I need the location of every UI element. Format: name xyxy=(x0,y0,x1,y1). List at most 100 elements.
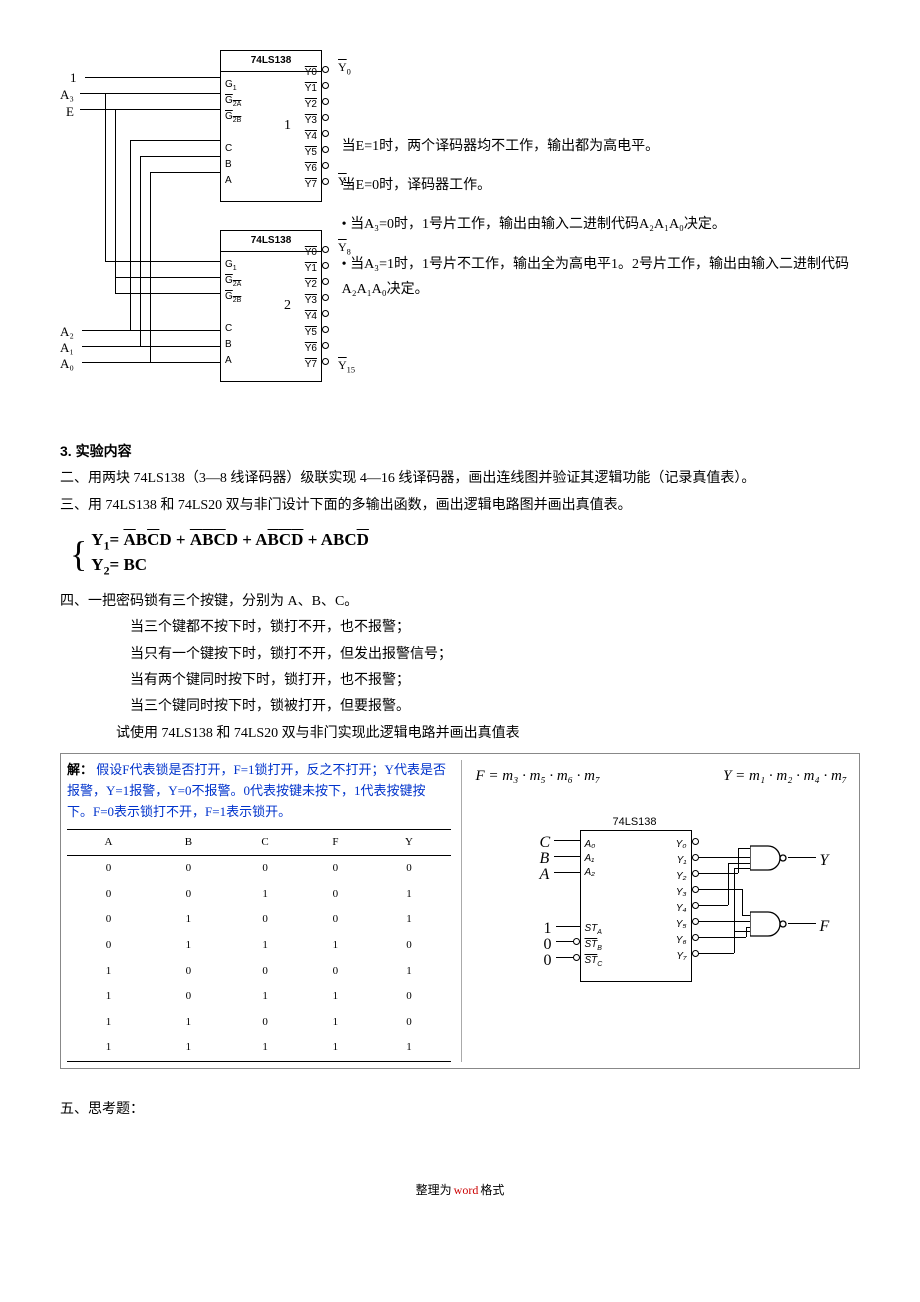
pin-y1: Y1 xyxy=(305,261,317,277)
chip-2: 74LS138 G1 G2A G2B C B A 2 Y0 Y1 Y2 Y3 Y… xyxy=(220,230,322,382)
table-cell: 0 xyxy=(227,907,304,933)
diagram-notes: 当E=1时，两个译码器均不工作，输出都为高电平。 当E=0时，译码器工作。 • … xyxy=(342,40,860,316)
table-cell: 0 xyxy=(303,882,367,908)
chip3-label: 74LS138 xyxy=(580,814,690,832)
bubble xyxy=(322,294,329,301)
page-footer: 整理为word格式 xyxy=(60,1181,860,1200)
table-cell: 1 xyxy=(67,984,150,1010)
table-cell: 0 xyxy=(150,882,227,908)
wire xyxy=(734,868,735,953)
wire xyxy=(140,156,141,346)
pin-g1: G1 xyxy=(225,77,237,94)
table-cell: 0 xyxy=(150,959,227,985)
table-cell: 1 xyxy=(367,882,450,908)
table-row: 10001 xyxy=(67,959,451,985)
pin-g2b: G2B xyxy=(225,109,241,126)
chip-num-1: 1 xyxy=(284,115,291,137)
table-cell: 1 xyxy=(227,1035,304,1061)
pin-y6: Y6 xyxy=(305,161,317,177)
wire xyxy=(742,889,743,915)
wire xyxy=(556,926,580,927)
out-y: Y xyxy=(820,848,829,874)
wire xyxy=(738,848,739,873)
table-cell: 1 xyxy=(150,1035,227,1061)
bubble xyxy=(322,114,329,121)
pin-c: C xyxy=(225,141,232,157)
table-cell: 1 xyxy=(67,1035,150,1061)
wire xyxy=(556,957,574,958)
wire xyxy=(105,261,220,262)
wire xyxy=(698,857,750,858)
bubble xyxy=(322,358,329,365)
pin-stc: STC xyxy=(585,953,603,970)
pin-y3: Y3 xyxy=(305,113,317,129)
table-cell: 0 xyxy=(303,856,367,882)
pin-g2a: G2A xyxy=(225,273,241,290)
solution-explain: 假设F代表锁是否打开，F=1锁打开，反之不打开；Y代表是否报警，Y=1报警，Y=… xyxy=(67,762,446,819)
out-y15: Y15 xyxy=(338,356,355,377)
decoder-cascade-diagram: 74LS138 G1 G2A G2B C B A 1 Y0 Y1 Y2 Y3 Y… xyxy=(60,40,860,420)
wire xyxy=(105,93,106,261)
wire xyxy=(698,873,738,874)
pin-g2b: G2B xyxy=(225,289,241,306)
table-row: 01110 xyxy=(67,933,451,959)
table-cell: 0 xyxy=(367,1010,450,1036)
note-1: 当E=1时，两个译码器均不工作，输出都为高电平。 xyxy=(342,134,860,159)
table-cell: 0 xyxy=(367,856,450,882)
table-cell: 1 xyxy=(227,933,304,959)
table-cell: 1 xyxy=(303,984,367,1010)
bubble xyxy=(573,954,580,961)
note-3: • 当A₃=0时，1号片工作，输出由输入二进制代码A₂A₁A₀决定。 xyxy=(342,212,860,237)
pin-y3: Y₃ xyxy=(676,885,687,901)
table-row: 11010 xyxy=(67,1010,451,1036)
wire xyxy=(556,941,574,942)
table-row: 00101 xyxy=(67,882,451,908)
chip-3: A₀ A₁ A₂ STA STB STC Y₀ Y₁ Y₂ Y₃ Y₄ Y₅ Y… xyxy=(580,830,692,982)
input-e: E xyxy=(66,102,74,123)
pin-y7: Y7 xyxy=(305,177,317,193)
out-y0: Y0 xyxy=(338,58,351,79)
table-header: Y xyxy=(367,829,450,856)
pin-y5: Y₅ xyxy=(676,917,687,933)
table-cell: 0 xyxy=(227,1010,304,1036)
table-cell: 0 xyxy=(367,984,450,1010)
section-4-l2: 当只有一个键按下时，锁打不开，但发出报警信号； xyxy=(60,644,860,666)
table-cell: 1 xyxy=(150,933,227,959)
wire xyxy=(698,905,728,906)
table-cell: 1 xyxy=(303,1010,367,1036)
table-cell: 0 xyxy=(227,959,304,985)
lock-diagram: 74LS138 A₀ A₁ A₂ STA STB STC Y₀ Y₁ Y₂ Y₃… xyxy=(470,800,840,1000)
pin-y5: Y5 xyxy=(305,145,317,161)
bubble xyxy=(573,938,580,945)
wire xyxy=(698,921,750,922)
formula-f: F = m₃ · m₅ · m₆ · m₇ xyxy=(476,764,601,788)
table-cell: 0 xyxy=(67,856,150,882)
table-cell: 1 xyxy=(367,907,450,933)
pin-a2: A₂ xyxy=(585,865,595,881)
section-4-l3: 当有两个键同时按下时，锁打开，也不报警； xyxy=(60,670,860,692)
pin-y0: Y₀ xyxy=(676,837,687,853)
wire xyxy=(742,915,750,916)
bubble xyxy=(322,66,329,73)
table-cell: 1 xyxy=(67,959,150,985)
section-4-l1: 当三个键都不按下时，锁打不开，也不报警； xyxy=(60,617,860,639)
bubble xyxy=(322,326,329,333)
wire xyxy=(80,109,220,110)
table-cell: 1 xyxy=(367,959,450,985)
pin-a: A xyxy=(225,353,232,369)
pin-c: C xyxy=(225,321,232,337)
truth-table: ABCFY 0000000101010010111010001101101101… xyxy=(67,829,451,1062)
section-4-head: 四、一把密码锁有三个按键，分别为 A、B、C。 xyxy=(60,591,860,613)
pin-y0: Y0 xyxy=(305,65,317,81)
pin-y4: Y4 xyxy=(305,129,317,145)
solution-left: 解： 假设F代表锁是否打开，F=1锁打开，反之不打开；Y代表是否报警，Y=1报警… xyxy=(67,760,451,1062)
chip-1: 74LS138 G1 G2A G2B C B A 1 Y0 Y1 Y2 Y3 Y… xyxy=(220,50,322,202)
chip-num-2: 2 xyxy=(284,295,291,317)
formula-y2: Y2= BC xyxy=(91,554,369,579)
bubble xyxy=(322,342,329,349)
table-cell: 1 xyxy=(303,1035,367,1061)
wire xyxy=(734,868,750,869)
footer-t1: 整理为 xyxy=(416,1183,452,1197)
table-row: 01001 xyxy=(67,907,451,933)
table-cell: 1 xyxy=(67,1010,150,1036)
